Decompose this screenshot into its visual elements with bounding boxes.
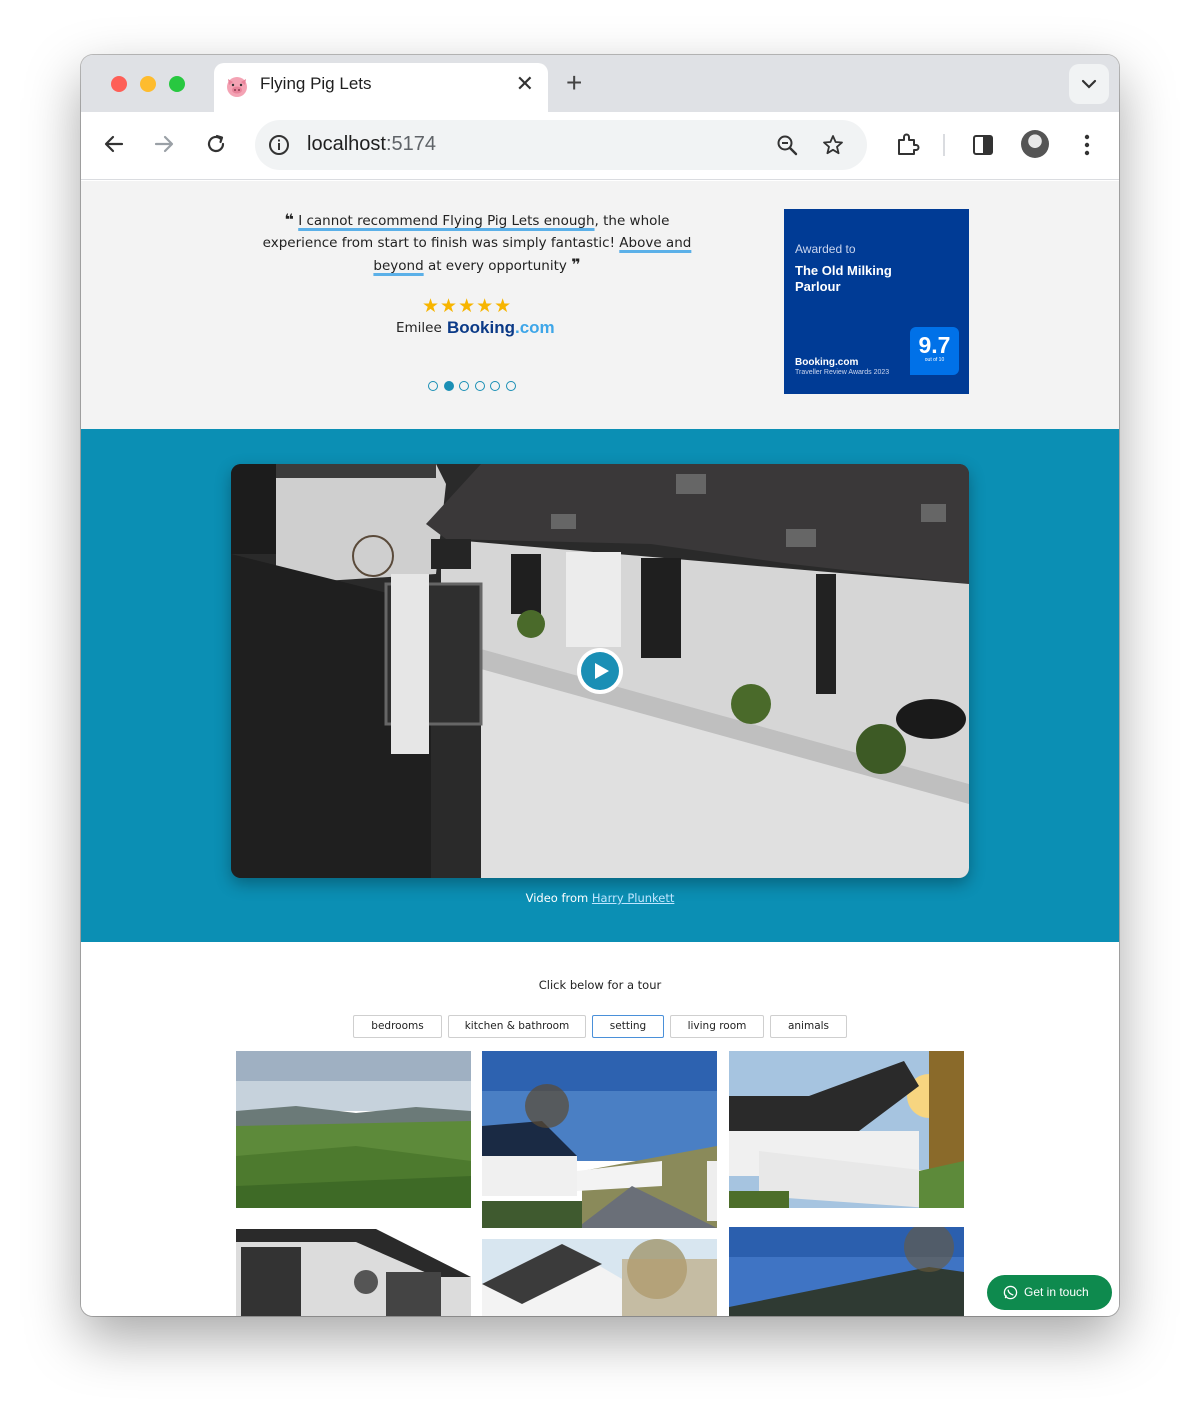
more-options-icon[interactable] — [1074, 132, 1100, 158]
gallery-photo[interactable] — [236, 1051, 471, 1208]
filter-bedrooms[interactable]: bedrooms — [353, 1015, 442, 1038]
web-page: ❝ I cannot recommend Flying Pig Lets eno… — [81, 181, 1119, 1316]
booking-award-badge: Awarded to The Old Milking Parlour 9.7 o… — [784, 209, 969, 394]
video-section: Video from Harry Plunkett — [81, 429, 1119, 942]
filter-animals[interactable]: animals — [770, 1015, 847, 1038]
filter-living-room[interactable]: living room — [670, 1015, 764, 1038]
carousel-dot[interactable] — [490, 381, 500, 391]
testimonial-quote: ❝ I cannot recommend Flying Pig Lets eno… — [247, 209, 707, 277]
close-quote-icon: ❞ — [571, 255, 581, 274]
gallery-photo[interactable] — [482, 1239, 717, 1316]
zoom-icon[interactable] — [775, 133, 799, 157]
filter-setting[interactable]: setting — [592, 1015, 664, 1038]
chevron-down-icon — [1081, 79, 1097, 89]
carousel-dot[interactable] — [428, 381, 438, 391]
extensions-puzzle-icon[interactable] — [894, 132, 920, 158]
booking-logo: Booking.com — [447, 318, 555, 337]
gallery-photo[interactable] — [729, 1051, 964, 1208]
gallery-photo[interactable] — [482, 1051, 717, 1228]
tab-title: Flying Pig Lets — [260, 74, 372, 93]
award-brand: Booking.com — [795, 357, 859, 368]
tour-heading: Click below for a tour — [538, 978, 662, 992]
close-tab-icon[interactable]: ✕ — [516, 72, 534, 97]
award-property-name: The Old Milking Parlour — [795, 263, 892, 294]
bookmark-star-icon[interactable] — [821, 133, 845, 157]
reviewer-name: Emilee — [396, 320, 442, 336]
browser-tab[interactable]: Flying Pig Lets ✕ — [214, 63, 548, 112]
reload-icon[interactable] — [202, 130, 230, 158]
profile-avatar[interactable] — [1021, 130, 1049, 158]
pig-favicon-icon — [227, 77, 247, 97]
browser-window: Flying Pig Lets ✕ + localhost:5174 ❝ I c… — [81, 55, 1119, 1316]
carousel-dot[interactable] — [475, 381, 485, 391]
tab-bar: Flying Pig Lets ✕ + — [81, 55, 1119, 112]
video-author-link[interactable]: Harry Plunkett — [592, 891, 674, 905]
rating-stars: ★★★★★ — [422, 295, 513, 317]
close-window-button[interactable] — [111, 76, 127, 92]
get-in-touch-label: Get in touch — [1024, 1285, 1089, 1299]
back-arrow-icon[interactable] — [100, 130, 128, 158]
whatsapp-icon — [1003, 1285, 1018, 1300]
browser-toolbar: localhost:5174 — [81, 112, 1119, 180]
award-label: Awarded to — [795, 242, 856, 256]
url-text: localhost:5174 — [307, 133, 436, 155]
gallery-photo[interactable] — [729, 1227, 964, 1316]
address-bar[interactable]: localhost:5174 — [255, 120, 867, 170]
maximize-window-button[interactable] — [169, 76, 185, 92]
side-panel-icon[interactable] — [970, 132, 996, 158]
quote-highlight: I cannot recommend Flying Pig Lets enoug… — [298, 213, 595, 229]
forward-arrow-icon[interactable] — [150, 130, 178, 158]
testimonial-section: ❝ I cannot recommend Flying Pig Lets eno… — [81, 181, 1119, 429]
play-icon — [595, 663, 609, 679]
site-info-icon[interactable] — [267, 133, 291, 157]
get-in-touch-button[interactable]: Get in touch — [987, 1275, 1112, 1310]
filter-kitchen-bathroom[interactable]: kitchen & bathroom — [448, 1015, 586, 1038]
award-score: 9.7 out of 10 — [910, 327, 959, 375]
toolbar-separator — [943, 134, 945, 156]
video-credit: Video from Harry Plunkett — [525, 891, 675, 905]
property-video[interactable] — [231, 464, 969, 878]
carousel-dot[interactable] — [444, 381, 454, 391]
tab-search-button[interactable] — [1069, 64, 1109, 104]
open-quote-icon: ❝ — [284, 210, 294, 229]
new-tab-button[interactable]: + — [566, 67, 582, 99]
minimize-window-button[interactable] — [140, 76, 156, 92]
gallery-photo[interactable] — [236, 1227, 471, 1316]
carousel-dot[interactable] — [506, 381, 516, 391]
quote-text: at every opportunity — [423, 258, 567, 274]
award-subtitle: Traveller Review Awards 2023 — [795, 369, 890, 376]
carousel-dot[interactable] — [459, 381, 469, 391]
play-button[interactable] — [577, 648, 623, 694]
